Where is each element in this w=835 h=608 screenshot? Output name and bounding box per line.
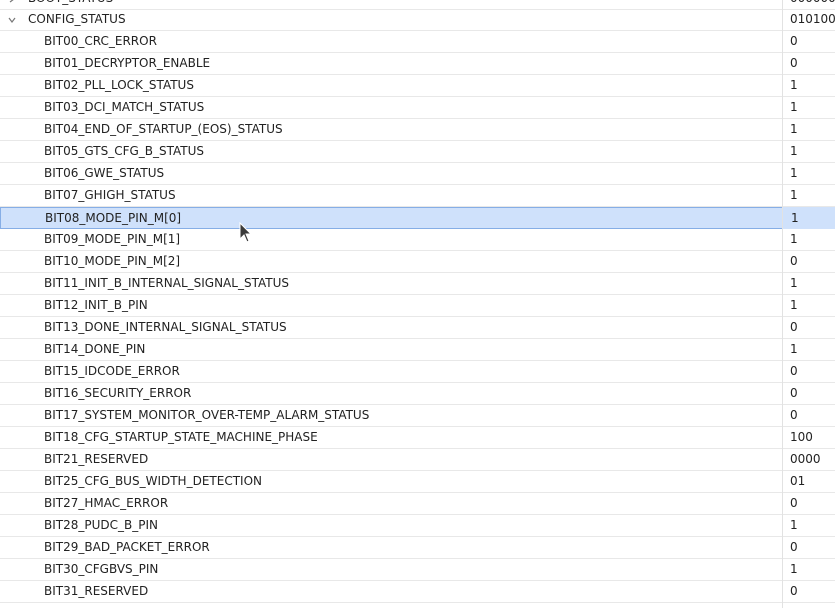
- tree-row[interactable]: BIT06_GWE_STATUS 1: [0, 163, 835, 185]
- tree-row[interactable]: BIT18_CFG_STARTUP_STATE_MACHINE_PHASE 100: [0, 427, 835, 449]
- tree-row-name: BIT10_MODE_PIN_M[2]: [44, 254, 181, 268]
- tree-row-config-status[interactable]: CONFIG_STATUS 010100: [0, 9, 835, 31]
- tree-row-name: BIT07_GHIGH_STATUS: [44, 188, 176, 202]
- tree-row[interactable]: BIT12_INIT_B_PIN 1: [0, 295, 835, 317]
- tree-row-name: BIT14_DONE_PIN: [44, 342, 146, 356]
- tree-row[interactable]: BIT04_END_OF_STARTUP_(EOS)_STATUS 1: [0, 119, 835, 141]
- tree-row-value: 1: [791, 211, 799, 225]
- tree-row-name: BIT29_BAD_PACKET_ERROR: [44, 540, 210, 554]
- tree-row-value: 1: [790, 518, 798, 532]
- tree-row[interactable]: BIT27_HMAC_ERROR 0: [0, 493, 835, 515]
- tree-row[interactable]: BIT29_BAD_PACKET_ERROR 0: [0, 537, 835, 559]
- tree-row-name: BIT04_END_OF_STARTUP_(EOS)_STATUS: [44, 122, 283, 136]
- tree-row-value: 0: [790, 34, 798, 48]
- tree-row-value: 1: [790, 562, 798, 576]
- tree-row[interactable]: BIT11_INIT_B_INTERNAL_SIGNAL_STATUS 1: [0, 273, 835, 295]
- tree-row-value: 1: [790, 144, 798, 158]
- tree-row-value: 1: [790, 100, 798, 114]
- tree-row-value: 0: [790, 320, 798, 334]
- tree-row[interactable]: BIT30_CFGBVS_PIN 1: [0, 559, 835, 581]
- tree-row[interactable]: BIT10_MODE_PIN_M[2] 0: [0, 251, 835, 273]
- tree-row-value: 0: [790, 364, 798, 378]
- tree-row-value: 1: [790, 78, 798, 92]
- tree-row[interactable]: BIT28_PUDC_B_PIN 1: [0, 515, 835, 537]
- tree-row-name: BIT15_IDCODE_ERROR: [44, 364, 180, 378]
- tree-row[interactable]: BIT16_SECURITY_ERROR 0: [0, 383, 835, 405]
- column-divider[interactable]: [782, 0, 783, 608]
- tree-row-value: 0: [790, 254, 798, 268]
- tree-row-value: 1: [790, 298, 798, 312]
- tree-row-value: 000000: [790, 0, 835, 9]
- tree-row-name: BIT11_INIT_B_INTERNAL_SIGNAL_STATUS: [44, 276, 289, 290]
- tree-row-value: 0000: [790, 452, 821, 466]
- tree-row[interactable]: BIT15_IDCODE_ERROR 0: [0, 361, 835, 383]
- chevron-right-icon[interactable]: [8, 0, 16, 3]
- tree-row-value: 0: [790, 56, 798, 70]
- tree-row-value: 0: [790, 584, 798, 598]
- tree-row-name: BIT30_CFGBVS_PIN: [44, 562, 159, 576]
- tree-row[interactable]: BIT13_DONE_INTERNAL_SIGNAL_STATUS 0: [0, 317, 835, 339]
- tree-row-value: 0: [790, 408, 798, 422]
- tree-row-name: BIT21_RESERVED: [44, 452, 149, 466]
- tree-row-name: BIT28_PUDC_B_PIN: [44, 518, 158, 532]
- tree-row-name: BIT12_INIT_B_PIN: [44, 298, 148, 312]
- tree-row-value: 0: [790, 386, 798, 400]
- tree-row-name: BIT18_CFG_STARTUP_STATE_MACHINE_PHASE: [44, 430, 318, 444]
- tree-row[interactable]: BIT00_CRC_ERROR 0: [0, 31, 835, 53]
- tree-row-value: 1: [790, 122, 798, 136]
- tree-row[interactable]: BIT01_DECRYPTOR_ENABLE 0: [0, 53, 835, 75]
- tree-row-value: 100: [790, 430, 813, 444]
- tree-row[interactable]: BIT09_MODE_PIN_M[1] 1: [0, 229, 835, 251]
- tree-row[interactable]: BIT25_CFG_BUS_WIDTH_DETECTION 01: [0, 471, 835, 493]
- tree-row-name: BIT27_HMAC_ERROR: [44, 496, 169, 510]
- tree-row-value: 1: [790, 342, 798, 356]
- tree-row-value: 1: [790, 232, 798, 246]
- tree-row[interactable]: BIT07_GHIGH_STATUS 1: [0, 185, 835, 207]
- tree-row-name: BIT17_SYSTEM_MONITOR_OVER-TEMP_ALARM_STA…: [44, 408, 370, 422]
- tree-row-value: 1: [790, 166, 798, 180]
- tree-row-name: BIT06_GWE_STATUS: [44, 166, 165, 180]
- tree-row-name: BIT00_CRC_ERROR: [44, 34, 157, 48]
- tree-row-name: BOOT_STATUS: [28, 0, 113, 9]
- tree-row-name: BIT05_GTS_CFG_B_STATUS: [44, 144, 205, 158]
- tree-row-value: 1: [790, 276, 798, 290]
- tree-row[interactable]: BIT17_SYSTEM_MONITOR_OVER-TEMP_ALARM_STA…: [0, 405, 835, 427]
- tree-row-name: BIT31_RESERVED: [44, 584, 149, 598]
- tree-row-value: 1: [790, 188, 798, 202]
- tree-row[interactable]: BIT08_MODE_PIN_M[0] 1: [0, 207, 835, 229]
- tree-row[interactable]: BIT05_GTS_CFG_B_STATUS 1: [0, 141, 835, 163]
- tree-row[interactable]: BIT03_DCI_MATCH_STATUS 1: [0, 97, 835, 119]
- tree-row-value: 01: [790, 474, 806, 488]
- tree-row-value: 010100: [790, 12, 835, 26]
- tree-row[interactable]: BIT31_RESERVED 0: [0, 581, 835, 603]
- tree-row-name: BIT16_SECURITY_ERROR: [44, 386, 192, 400]
- tree-row-name: BIT25_CFG_BUS_WIDTH_DETECTION: [44, 474, 262, 488]
- tree-row-value: 0: [790, 496, 798, 510]
- tree-row-name: BIT03_DCI_MATCH_STATUS: [44, 100, 205, 114]
- tree-row[interactable]: BIT02_PLL_LOCK_STATUS 1: [0, 75, 835, 97]
- mouse-cursor-icon: [239, 222, 253, 243]
- tree-row-name: CONFIG_STATUS: [28, 12, 126, 26]
- tree-row[interactable]: BIT14_DONE_PIN 1: [0, 339, 835, 361]
- tree-row-name: BIT02_PLL_LOCK_STATUS: [44, 78, 194, 92]
- tree-row-name: BIT13_DONE_INTERNAL_SIGNAL_STATUS: [44, 320, 287, 334]
- tree-row-name: BIT08_MODE_PIN_M[0]: [45, 211, 182, 225]
- chevron-down-icon[interactable]: [8, 16, 16, 24]
- tree-row-value: 0: [790, 540, 798, 554]
- tree-row[interactable]: BIT21_RESERVED 0000: [0, 449, 835, 471]
- tree-row-name: BIT09_MODE_PIN_M[1]: [44, 232, 181, 246]
- tree-row-name: BIT01_DECRYPTOR_ENABLE: [44, 56, 211, 70]
